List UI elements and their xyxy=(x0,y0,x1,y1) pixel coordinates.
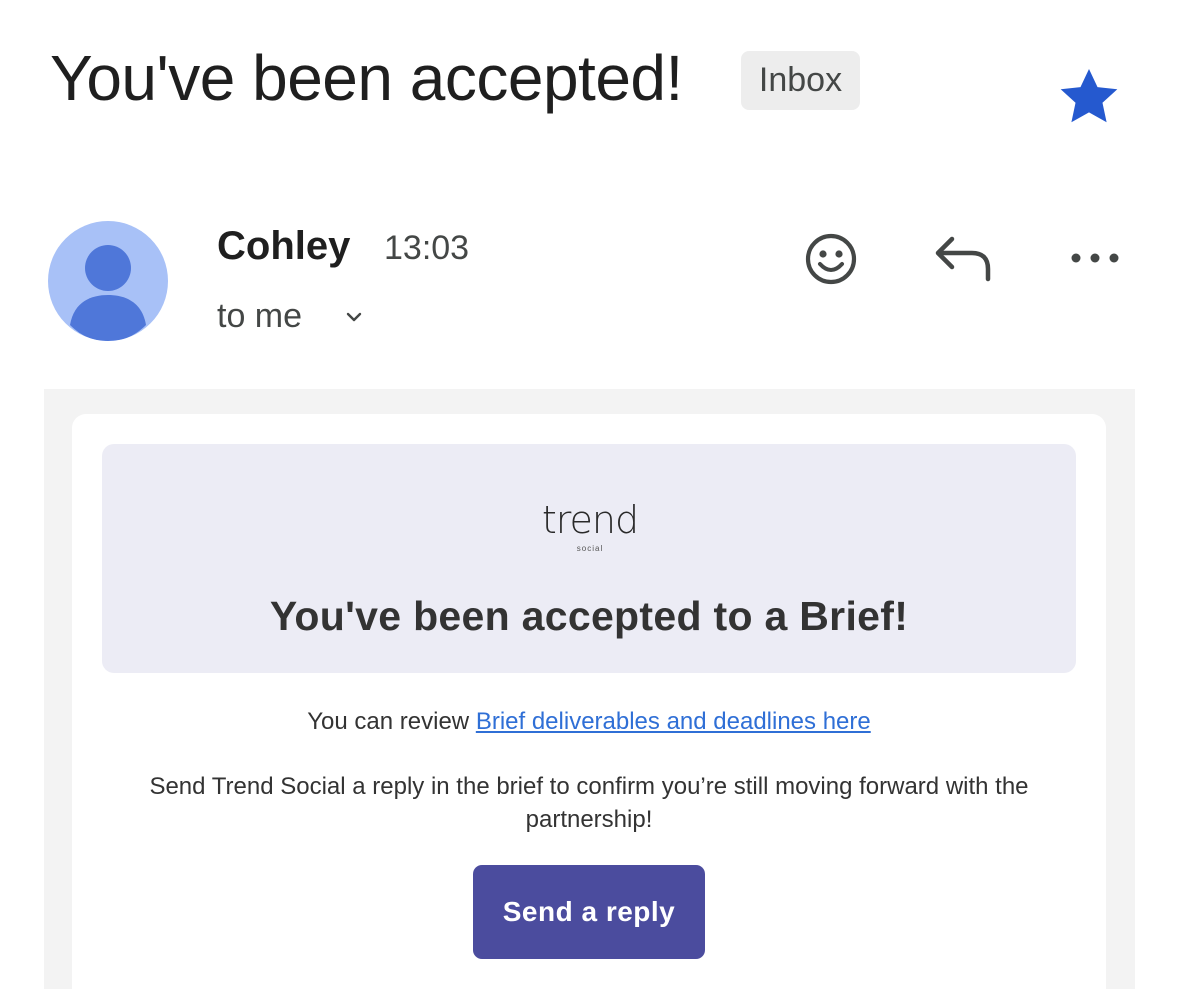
send-reply-button[interactable]: Send a reply xyxy=(473,865,705,959)
review-prefix: You can review xyxy=(307,708,476,735)
recipient-label[interactable]: to me xyxy=(217,293,302,339)
star-icon[interactable] xyxy=(1056,64,1122,130)
more-horizontal-icon[interactable] xyxy=(1068,245,1122,271)
chevron-down-icon[interactable] xyxy=(343,306,365,328)
reply-instructions: Send Trend Social a reply in the brief t… xyxy=(149,773,1029,833)
email-timestamp: 13:03 xyxy=(384,229,470,267)
email-headline: You've been accepted to a Brief! xyxy=(269,593,909,639)
sender-name: Cohley xyxy=(217,224,351,268)
email-view: You've been accepted! Inbox Cohley 13:03… xyxy=(0,0,1179,989)
smiley-icon[interactable] xyxy=(803,231,859,287)
logo-subtitle: social xyxy=(576,544,604,553)
email-subject: You've been accepted! xyxy=(50,42,683,114)
logo-wordmark: trend xyxy=(541,498,639,542)
brief-deliverables-link[interactable]: Brief deliverables and deadlines here xyxy=(476,708,871,735)
review-line: You can review Brief deliverables and de… xyxy=(102,706,1076,738)
sender-avatar[interactable] xyxy=(48,221,168,341)
person-icon xyxy=(70,245,146,341)
reply-arrow-icon[interactable] xyxy=(934,233,994,283)
inbox-label-chip[interactable]: Inbox xyxy=(741,51,860,110)
trend-social-logo: trend social xyxy=(540,500,640,560)
